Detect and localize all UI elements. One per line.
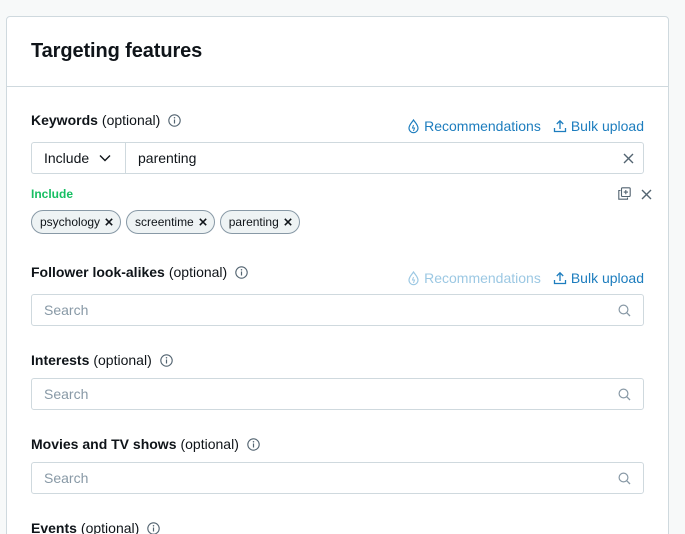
remove-tag-icon[interactable] bbox=[199, 218, 207, 226]
upload-icon bbox=[553, 271, 566, 285]
upload-icon bbox=[553, 119, 566, 133]
follower-lookalikes-actions: Recommendations Bulk upload bbox=[407, 270, 644, 286]
keywords-recommendations-link[interactable]: Recommendations bbox=[407, 118, 541, 134]
info-icon[interactable] bbox=[247, 437, 260, 451]
remove-tag-icon[interactable] bbox=[105, 218, 113, 226]
info-icon[interactable] bbox=[159, 353, 173, 367]
follower-lookalikes-optional: (optional) bbox=[168, 264, 228, 280]
events-label: Events bbox=[31, 520, 77, 534]
info-icon[interactable] bbox=[235, 265, 248, 279]
match-type-select[interactable]: Include bbox=[32, 143, 126, 173]
interests-optional: (optional) bbox=[93, 352, 152, 368]
search-icon bbox=[618, 387, 631, 400]
movies-tv-label-row: Movies and TV shows (optional) bbox=[31, 436, 260, 452]
targeting-features-card: Targeting features Keywords (optional) R… bbox=[6, 16, 669, 534]
interests-search-input[interactable]: Search bbox=[31, 378, 644, 410]
tag-group-actions bbox=[618, 187, 652, 205]
info-icon[interactable] bbox=[147, 521, 161, 534]
recommendations-icon bbox=[408, 270, 419, 285]
keyword-input[interactable]: parenting bbox=[126, 150, 613, 166]
info-icon[interactable] bbox=[168, 113, 182, 127]
close-icon bbox=[623, 153, 633, 163]
events-label-row: Events (optional) bbox=[31, 520, 161, 534]
keywords-actions: Recommendations Bulk upload bbox=[407, 118, 644, 134]
keyword-tags: psychology screentime parenting bbox=[31, 210, 305, 234]
follower-lookalikes-label: Follower look-alikes bbox=[31, 264, 165, 280]
movies-tv-label: Movies and TV shows bbox=[31, 436, 177, 452]
keyword-tag: parenting bbox=[219, 210, 300, 234]
follower-lookalikes-label-row: Follower look-alikes (optional) bbox=[31, 264, 248, 280]
card-header: Targeting features bbox=[7, 17, 668, 87]
remove-tag-icon[interactable] bbox=[284, 218, 292, 226]
recommendations-icon bbox=[408, 118, 419, 133]
search-icon bbox=[618, 471, 631, 484]
card-title: Targeting features bbox=[31, 40, 203, 62]
keywords-label: Keywords bbox=[31, 112, 98, 128]
clear-input-button[interactable] bbox=[613, 153, 643, 164]
follower-bulk-upload-link[interactable]: Bulk upload bbox=[553, 270, 644, 286]
keyword-tag: psychology bbox=[31, 210, 122, 234]
events-optional: (optional) bbox=[80, 520, 140, 534]
keywords-input-group: Include parenting bbox=[31, 142, 644, 174]
keywords-optional: (optional) bbox=[101, 112, 161, 128]
follower-lookalikes-search-input[interactable]: Search bbox=[31, 294, 644, 326]
keyword-tag: screentime bbox=[126, 210, 215, 234]
interests-label-row: Interests (optional) bbox=[31, 352, 173, 368]
follower-recommendations-link[interactable]: Recommendations bbox=[407, 270, 541, 286]
movies-tv-optional: (optional) bbox=[180, 436, 239, 452]
keywords-bulk-upload-link[interactable]: Bulk upload bbox=[553, 118, 644, 134]
remove-group-icon[interactable] bbox=[641, 187, 652, 205]
copy-icon[interactable] bbox=[618, 187, 631, 205]
include-group-label: Include bbox=[31, 187, 74, 201]
chevron-down-icon bbox=[99, 155, 111, 162]
interests-label: Interests bbox=[31, 352, 90, 368]
search-icon bbox=[618, 303, 631, 316]
movies-tv-search-input[interactable]: Search bbox=[31, 462, 644, 494]
keywords-label-row: Keywords (optional) bbox=[31, 112, 182, 128]
